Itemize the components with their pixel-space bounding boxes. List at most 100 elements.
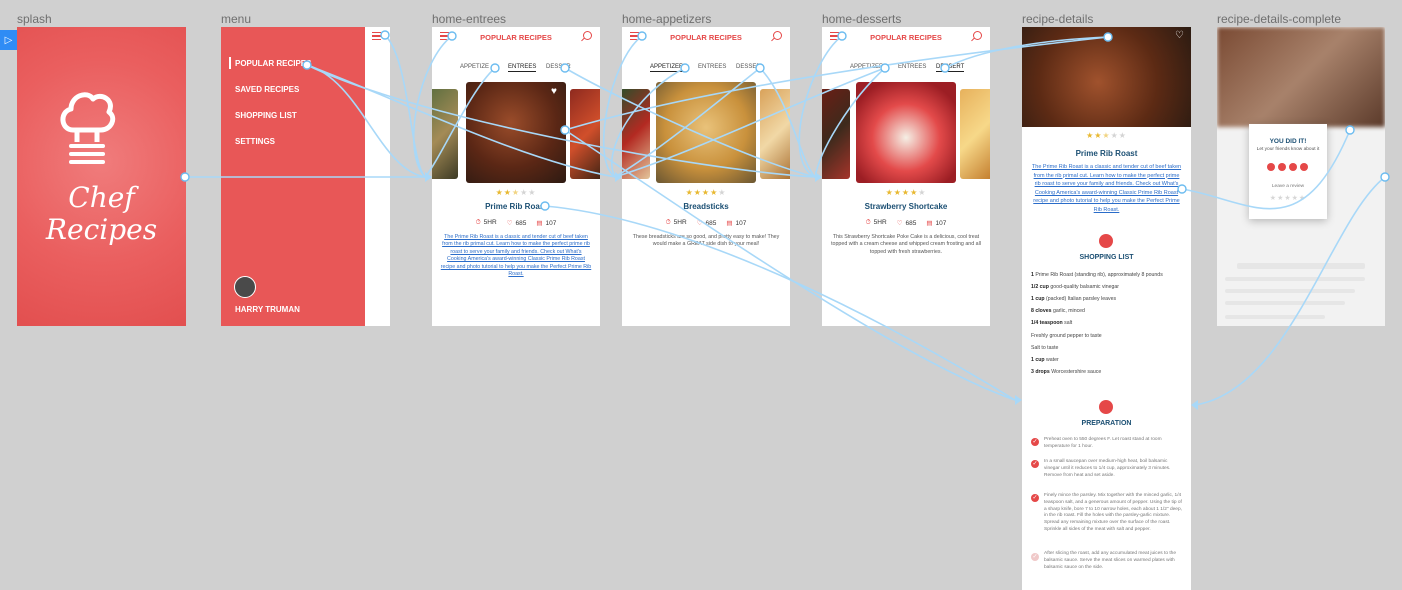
shopping-list-title: SHOPPING LIST [1079,254,1134,261]
twitter-icon[interactable] [1300,163,1308,171]
page-title: POPULAR RECIPES [870,32,942,42]
menu-item-saved-recipes[interactable]: SAVED RECIPES [235,85,299,94]
blurred-hero-image [1217,27,1385,127]
ingredient-item: Salt to taste [1031,345,1059,351]
completion-modal: YOU DID IT! Let your friends know about … [1249,124,1327,219]
heart-outline-icon: ♡ [506,220,513,227]
step-check-icon[interactable]: ✓ [1031,494,1039,502]
comment-icon: ▤ [726,220,733,227]
google-plus-icon[interactable] [1267,163,1275,171]
recipe-description: This Strawberry Shortcake Poke Cake is a… [831,234,981,255]
splash-screen[interactable]: Chef Recipes [17,27,186,326]
menu-icon[interactable] [630,32,639,40]
ingredient-item: 1 cup (packed) Italian parsley leaves [1031,296,1117,302]
search-icon[interactable] [773,31,782,40]
carousel-image-prev[interactable] [622,89,650,179]
ingredient-item: 1 cup water [1031,357,1059,363]
artboard-label-home-desserts: home-desserts [822,12,902,26]
app-header: POPULAR RECIPES [432,27,600,47]
recipe-details-complete-screen: YOU DID IT! Let your friends know about … [1217,27,1385,326]
ingredient-item: 1/2 cup good-quality balsamic vinegar [1031,284,1119,290]
pinterest-icon[interactable] [1289,163,1297,171]
recipe-description[interactable]: The Prime Rib Roast is a classic and ten… [440,234,592,278]
avatar [234,276,256,298]
menu-item-popular-recipes[interactable]: POPULAR RECIPES [235,59,311,68]
splash-title-line2: Recipes [45,213,158,246]
blurred-content [1237,263,1365,269]
app-header: POPULAR RECIPES [622,27,790,47]
ingredient-item: Freshly ground pepper to taste [1031,333,1102,339]
recipe-title[interactable]: Prime Rib Roast [432,202,600,211]
carousel-image-prev[interactable] [822,89,850,179]
tab-entrees[interactable]: ENTREES [698,64,726,70]
tab-entrees[interactable]: ENTREES [898,64,926,70]
search-icon[interactable] [973,31,982,40]
ingredient-item: 1 Prime Rib Roast (standing rib), approx… [1031,272,1163,278]
play-icon[interactable]: ▷ [0,30,17,50]
tab-desserts[interactable]: DESSERT [936,64,965,72]
splash-title-line1: Chef [68,181,135,214]
shopping-bag-icon [1099,234,1113,248]
rating-stars: ★★★★★ [1086,131,1127,140]
chef-hat-icon [60,92,116,164]
menu-item-shopping-list[interactable]: SHOPPING LIST [235,111,297,120]
recipe-image[interactable] [656,82,756,183]
leave-review-label: Leave a review [1271,184,1305,189]
comment-icon: ▤ [536,220,543,227]
artboard-label-recipe-details-complete: recipe-details-complete [1217,12,1342,26]
recipe-metrics: ⏱ 5HR ♡ 685 ▤ 107 [432,219,600,227]
step-check-icon[interactable]: ✓ [1031,438,1039,446]
review-stars[interactable]: ★★★★★ [1249,194,1327,202]
likes-count: 685 [515,220,527,227]
step-check-icon[interactable]: ✓ [1031,553,1039,561]
carousel-image-next[interactable] [570,89,600,179]
category-tabs: APPETIZERS ENTREES DESSERT [822,64,990,76]
artboard-label-menu: menu [221,12,252,26]
ingredient-item: 3 drops Worcestershire sauce [1031,369,1102,375]
tab-appetizers[interactable]: APPETIZERS [850,64,887,70]
menu-icon[interactable] [440,32,449,40]
blurred-content [1225,289,1355,293]
carousel-image-next[interactable] [760,89,790,179]
tab-desserts[interactable]: DESSER [736,64,761,70]
tab-entrees[interactable]: ENTREES [508,64,537,72]
search-icon[interactable] [583,31,592,40]
blurred-content [1225,315,1325,319]
artboard-label-splash: splash [17,12,52,26]
cook-time: 5HR [873,219,887,226]
recipe-image[interactable] [856,82,956,183]
likes-count: 685 [705,220,717,227]
comment-icon: ▤ [926,220,933,227]
menu-active-indicator [229,57,231,69]
tab-appetizers[interactable]: APPETIZE [460,64,489,70]
facebook-icon[interactable] [1278,163,1286,171]
timer-icon: ⏱ [475,219,481,226]
cook-time: 5HR [673,219,687,226]
tab-appetizers[interactable]: APPETIZERS [650,64,688,72]
preparation-title: PREPARATION [1081,420,1132,427]
heart-icon[interactable]: ♥ [551,86,557,97]
heart-icon[interactable]: ♡ [1175,30,1184,41]
recipe-title[interactable]: Strawberry Shortcake [822,202,990,211]
comments-count: 107 [935,220,947,227]
recipe-description[interactable]: The Prime Rib Roast is a classic and ten… [1030,163,1183,215]
home-desserts-screen: POPULAR RECIPES APPETIZERS ENTREES DESSE… [822,27,990,326]
menu-icon[interactable] [372,32,381,40]
step-check-icon[interactable]: ✓ [1031,460,1039,468]
menu-panel: POPULAR RECIPES SAVED RECIPES SHOPPING L… [221,27,365,326]
user-name: HARRY TRUMAN [235,305,300,314]
carousel-image-prev[interactable] [432,89,458,179]
recipe-title[interactable]: Breadsticks [622,202,790,211]
heart-outline-icon: ♡ [696,220,703,227]
app-header: POPULAR RECIPES [822,27,990,47]
heart-outline-icon: ♡ [896,220,903,227]
recipe-description: These breadsticks are so good, and prett… [632,234,780,248]
page-title: POPULAR RECIPES [670,32,742,42]
tab-desserts[interactable]: DESSER [546,64,571,70]
recipe-image[interactable] [466,82,566,183]
carousel-image-next[interactable] [960,89,990,179]
menu-item-settings[interactable]: SETTINGS [235,137,275,146]
rating-stars: ★★★★★ [495,188,537,197]
menu-icon[interactable] [830,32,839,40]
chef-hat-icon [1099,400,1113,414]
